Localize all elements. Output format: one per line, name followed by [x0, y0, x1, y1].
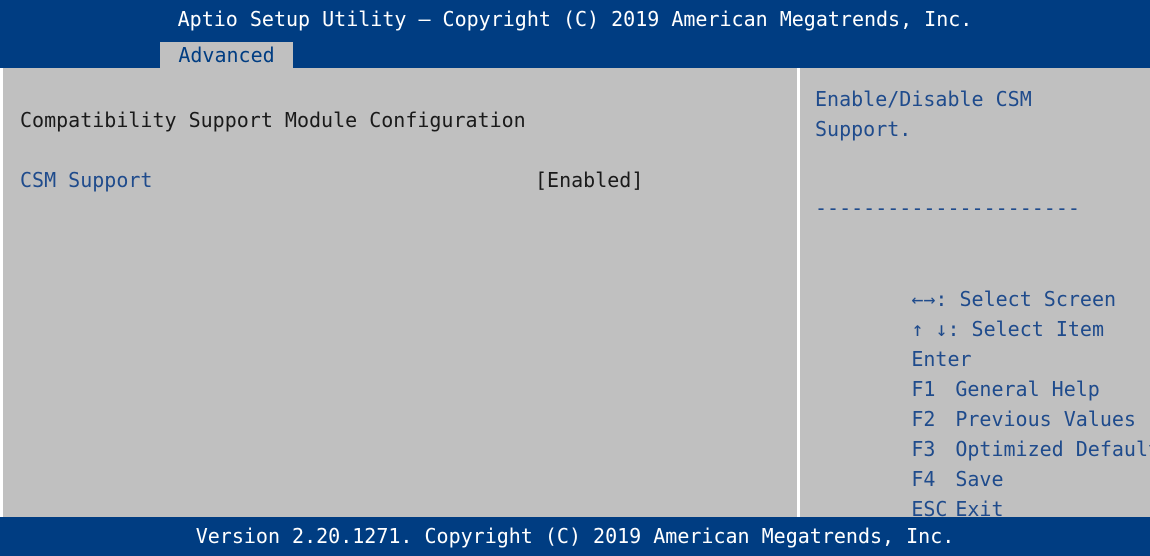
footer-version: Version 2.20.1271. Copyright (C) 2019 Am…: [0, 517, 1150, 556]
setting-value[interactable]: [Enabled]: [535, 168, 643, 192]
key-name: F4: [911, 467, 936, 491]
key-name: Enter: [911, 347, 972, 371]
key-legend-item: ←→: Select Screen: [815, 254, 1150, 311]
up-down-arrows-icon: ↑ ↓: [911, 317, 948, 341]
key-name: F3: [911, 437, 936, 461]
title-bar: Aptio Setup Utility – Copyright (C) 2019…: [0, 0, 1150, 38]
setting-row-csm-support[interactable]: CSM Support [Enabled]: [20, 168, 790, 196]
settings-pane: Compatibility Support Module Configurati…: [20, 68, 790, 517]
help-pane: Enable/Disable CSM Support. ------------…: [815, 68, 1150, 521]
left-border: [0, 68, 3, 517]
key-action: Save: [955, 467, 1004, 491]
key-name: F1: [911, 377, 936, 401]
left-right-arrows-icon: ←→: [911, 287, 936, 311]
key-action: General Help: [955, 377, 1100, 401]
tab-bar: Advanced: [0, 38, 1150, 68]
key-action: : Select Screen: [935, 287, 1117, 311]
section-title: Compatibility Support Module Configurati…: [20, 108, 526, 132]
pane-divider: [797, 68, 800, 517]
key-name: F2: [911, 407, 936, 431]
key-action: Optimized Defaults: [955, 437, 1150, 461]
help-description: Enable/Disable CSM Support.: [815, 87, 1032, 141]
bios-screen: Aptio Setup Utility – Copyright (C) 2019…: [0, 0, 1150, 556]
key-action: Previous Values: [955, 407, 1136, 431]
tab-advanced[interactable]: Advanced: [160, 42, 293, 68]
key-legend: ←→: Select Screen ↑ ↓: Select Item Enter…: [815, 254, 1150, 521]
key-action: : Select Item: [947, 317, 1104, 341]
setting-label: CSM Support: [20, 168, 153, 192]
help-separator: ----------------------: [815, 196, 1080, 220]
